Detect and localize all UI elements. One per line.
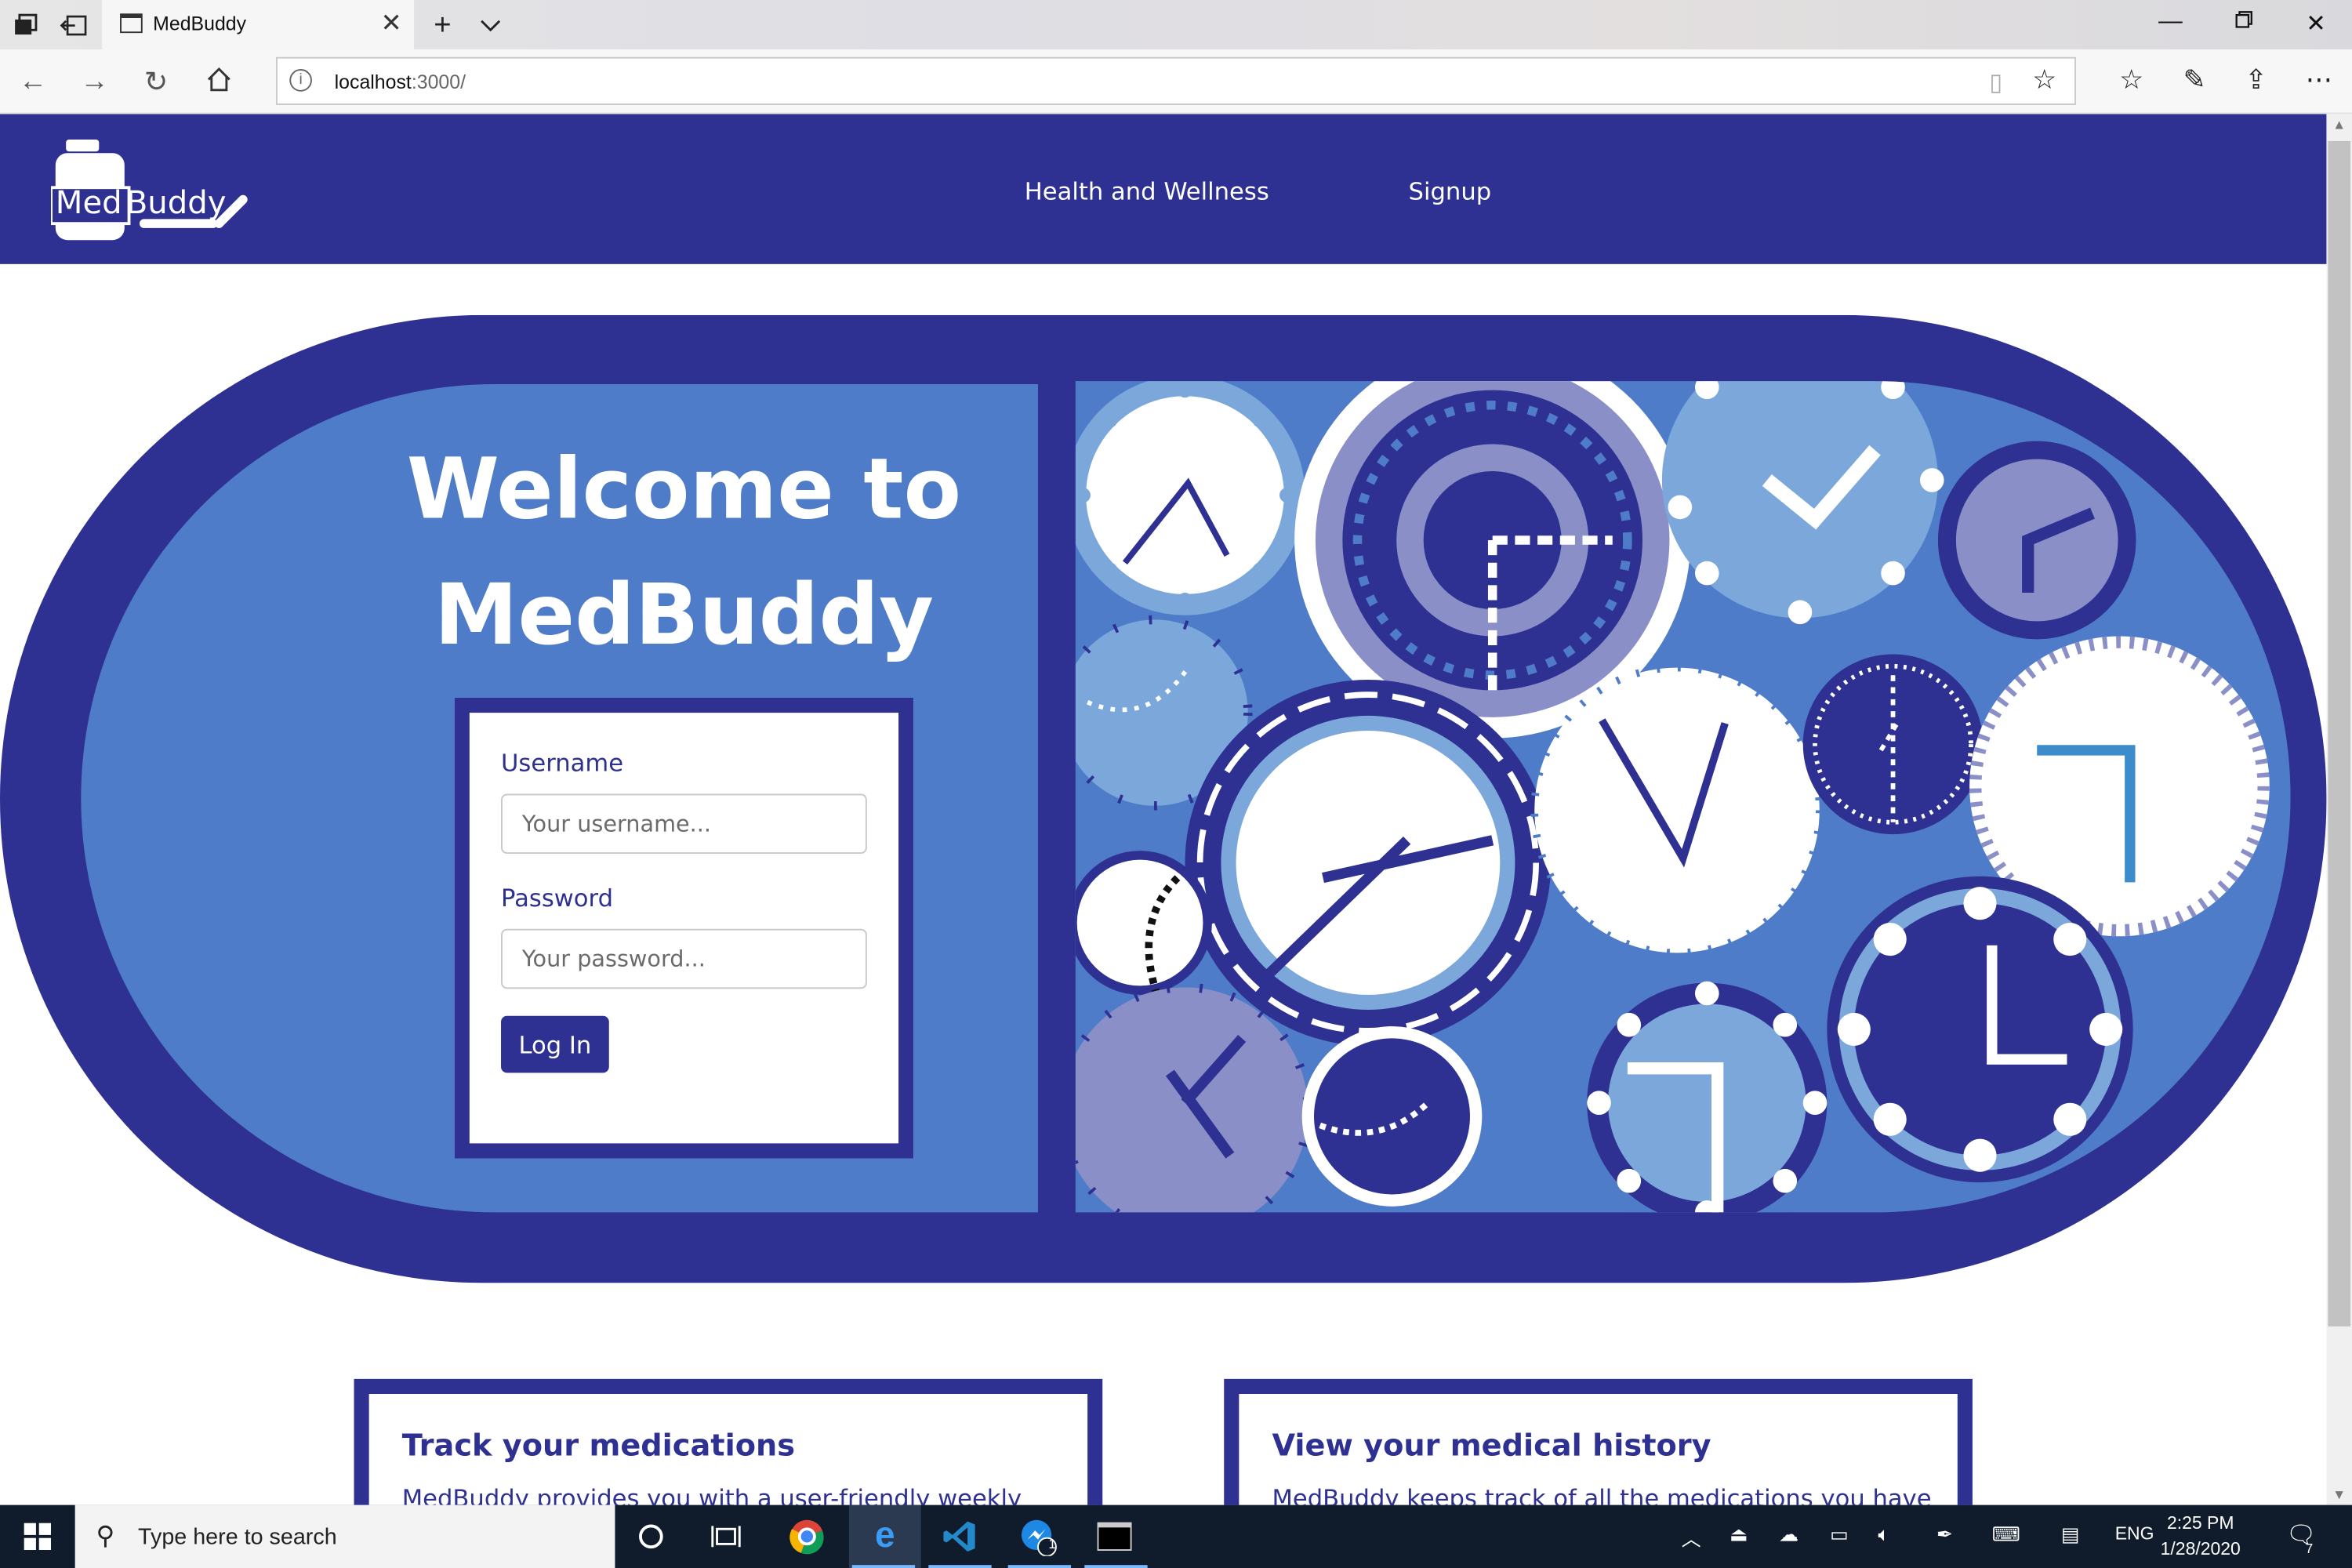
- search-icon: ⚲: [96, 1521, 115, 1551]
- battery-icon[interactable]: ▭: [1830, 1523, 1849, 1548]
- back-icon[interactable]: ←: [15, 66, 51, 99]
- login-form: Username Password Log In: [454, 697, 914, 1159]
- favorites-icon[interactable]: ☆: [2112, 64, 2151, 96]
- volume-icon[interactable]: 🔈︎: [1878, 1523, 1889, 1548]
- site-info-icon[interactable]: i: [289, 69, 312, 92]
- browser-tab[interactable]: MedBuddy ✕: [102, 0, 415, 50]
- close-window-icon[interactable]: ✕: [2293, 9, 2338, 38]
- logo-text-buddy: Buddy: [125, 184, 227, 221]
- password-label: Password: [501, 884, 614, 913]
- page-scrollbar[interactable]: ▲ ▼: [2326, 114, 2352, 1505]
- page-icon: [120, 13, 143, 34]
- taskbar-search[interactable]: ⚲ Type here to search: [74, 1504, 615, 1568]
- tray-device-icon[interactable]: ⏏: [1730, 1523, 1748, 1548]
- url-field[interactable]: i localhost:3000/ ▯ ☆: [276, 56, 2076, 105]
- vscode-active-indicator: [928, 1565, 992, 1568]
- tray-chevron-icon[interactable]: ︿: [1682, 1523, 1701, 1552]
- messenger-badge: 1: [1048, 1536, 1056, 1552]
- username-input[interactable]: [501, 793, 867, 854]
- cortana-icon[interactable]: [624, 1515, 678, 1558]
- home-icon[interactable]: [201, 66, 237, 102]
- messenger-active-indicator: [1007, 1565, 1072, 1568]
- address-bar-row: ← → ↻ i localhost:3000/ ▯ ☆ ☆ ✎ ⇪ ⋯: [0, 49, 2352, 114]
- hero-banner: Welcome to MedBuddy: [0, 314, 2327, 1283]
- minimize-icon[interactable]: —: [2148, 9, 2193, 35]
- feature-card-history: View your medical history MedBuddy keeps…: [1224, 1378, 1973, 1505]
- tab-title: MedBuddy: [153, 12, 247, 35]
- set-tabs-aside-icon[interactable]: [60, 12, 87, 38]
- clock-time: 2:25 PM: [2166, 1512, 2234, 1534]
- taskbar-clock[interactable]: 2:25 PM 1/28/2020: [2154, 1511, 2247, 1562]
- edge-active-indicator: [851, 1565, 916, 1568]
- scroll-up-icon[interactable]: ▲: [2332, 117, 2346, 132]
- feature-title: Track your medications: [401, 1427, 796, 1464]
- url-text: localhost:3000/: [334, 70, 466, 93]
- chrome-icon[interactable]: [780, 1515, 834, 1558]
- notification-count: 7: [2305, 1541, 2314, 1556]
- pen-icon[interactable]: ✎: [2175, 64, 2214, 96]
- login-button[interactable]: Log In: [501, 1015, 609, 1073]
- close-tab-icon[interactable]: ✕: [380, 9, 401, 38]
- more-icon[interactable]: ⋯: [2299, 64, 2339, 96]
- search-placeholder: Type here to search: [138, 1524, 337, 1551]
- vscode-icon[interactable]: [933, 1515, 987, 1558]
- onedrive-error-icon[interactable]: ☁: [1779, 1523, 1798, 1548]
- refresh-icon[interactable]: ↻: [138, 66, 174, 100]
- new-tab-icon[interactable]: +: [429, 9, 456, 42]
- nav-signup[interactable]: Signup: [1409, 177, 1492, 205]
- forward-icon[interactable]: →: [77, 66, 113, 99]
- keyboard-icon[interactable]: ⌨: [1992, 1523, 2020, 1548]
- scroll-thumb[interactable]: [2328, 140, 2351, 1327]
- windows-logo-icon: [24, 1523, 52, 1551]
- web-page: Med Buddy Health and Wellness Signup Wel…: [0, 114, 2327, 1505]
- reading-view-icon[interactable]: ▯: [1989, 67, 2002, 97]
- password-input[interactable]: [501, 928, 867, 989]
- terminal-icon[interactable]: [1087, 1515, 1142, 1558]
- logo-text-med: Med: [55, 184, 122, 221]
- username-label: Username: [501, 749, 624, 778]
- tab-preview-chevron-icon[interactable]: [477, 12, 503, 38]
- edge-icon[interactable]: e: [858, 1515, 912, 1558]
- medbuddy-logo[interactable]: Med Buddy: [49, 139, 261, 245]
- share-icon[interactable]: ⇪: [2237, 64, 2276, 96]
- welcome-heading-line2: MedBuddy: [434, 567, 935, 665]
- restore-icon[interactable]: [2222, 9, 2267, 35]
- terminal-active-indicator: [1084, 1565, 1148, 1568]
- scroll-down-icon[interactable]: ▼: [2332, 1487, 2346, 1502]
- favorite-star-icon[interactable]: ☆: [2032, 64, 2056, 96]
- welcome-heading-line1: Welcome to: [406, 441, 962, 539]
- clock-date: 1/28/2020: [2160, 1537, 2241, 1559]
- pen-workspace-icon[interactable]: ✒: [1936, 1523, 1953, 1548]
- tab-actions-icon[interactable]: [12, 12, 38, 38]
- feature-text: MedBuddy keeps track of all the medicati…: [1272, 1483, 1932, 1505]
- feature-title: View your medical history: [1272, 1427, 1711, 1464]
- task-view-icon[interactable]: [699, 1515, 753, 1558]
- language-indicator[interactable]: ENG: [2115, 1523, 2154, 1544]
- feature-text: MedBuddy provides you with a user-friend…: [401, 1483, 1022, 1505]
- start-button[interactable]: [0, 1505, 75, 1568]
- windows-taskbar: ⚲ Type here to search e 1 ︿ ⏏ ☁ ▭ 🔈︎ ✒ ⌨…: [0, 1504, 2352, 1568]
- feature-card-track: Track your medications MedBuddy provides…: [354, 1378, 1103, 1505]
- nav-health-wellness[interactable]: Health and Wellness: [1025, 177, 1269, 205]
- site-navbar: Med Buddy Health and Wellness Signup: [0, 114, 2327, 264]
- browser-tab-bar: MedBuddy ✕ + — ✕: [0, 0, 2352, 50]
- messenger-icon[interactable]: 1: [1011, 1515, 1065, 1558]
- tablet-mode-icon[interactable]: ▤: [2061, 1523, 2080, 1548]
